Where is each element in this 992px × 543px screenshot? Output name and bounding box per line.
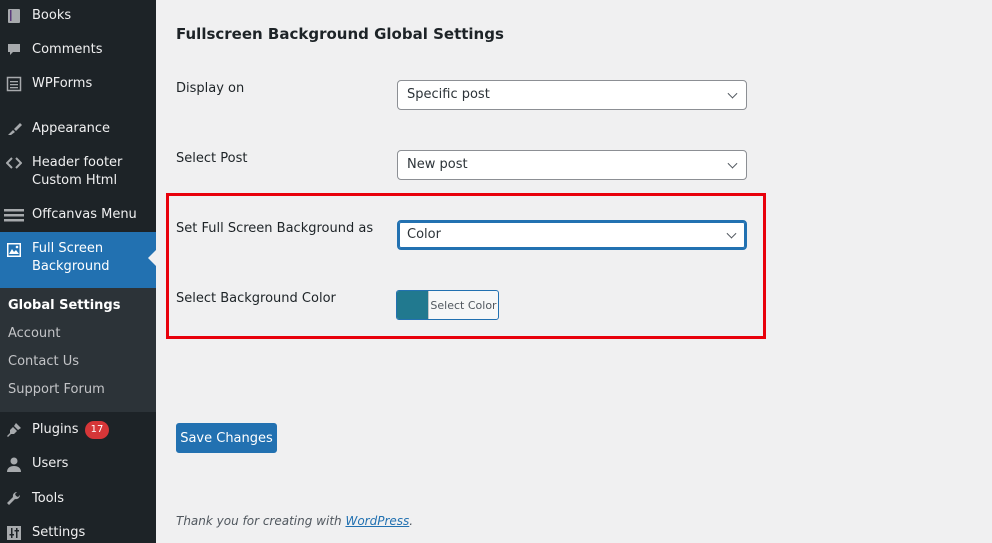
plugin-icon (5, 421, 23, 439)
color-swatch (397, 291, 428, 319)
select-color-button[interactable]: Select Color (396, 290, 499, 320)
footer-text: Thank you for creating with (176, 514, 346, 528)
sidebar-item-books[interactable]: Books (0, 6, 156, 28)
sidebar-item-full-screen-background[interactable]: Full Screen Background (0, 232, 156, 288)
background-color-label: Select Background Color (176, 291, 336, 306)
submenu-item-support-forum[interactable]: Support Forum (8, 382, 105, 397)
submenu: Global Settings Account Contact Us Suppo… (0, 288, 156, 412)
select-post-label: Select Post (176, 151, 248, 166)
admin-footer: Thank you for creating with WordPress. (176, 514, 413, 528)
sidebar-item-label: Comments (32, 42, 103, 57)
submenu-item-contact-us[interactable]: Contact Us (8, 354, 79, 369)
background-as-label: Set Full Screen Background as (176, 221, 374, 236)
display-on-label: Display on (176, 81, 245, 96)
sidebar-item-label: Settings (32, 525, 86, 540)
page-title: Fullscreen Background Global Settings (176, 25, 504, 43)
sidebar-item-label: Offcanvas Menu (32, 207, 137, 222)
sidebar-item-header-footer[interactable]: Header footer Custom Html (0, 154, 156, 194)
submenu-item-account[interactable]: Account (8, 326, 61, 341)
sidebar-item-label: Full Screen (32, 241, 104, 256)
submenu-item-global-settings[interactable]: Global Settings (8, 298, 120, 313)
select-post-select[interactable]: New post (397, 150, 747, 180)
chevron-down-icon (727, 88, 738, 99)
select-post-value: New post (407, 157, 468, 172)
chevron-down-icon (727, 158, 738, 169)
update-count-badge: 17 (84, 421, 110, 439)
sidebar-item-plugins[interactable]: Plugins 17 (0, 420, 156, 442)
hamburger-icon (3, 206, 25, 224)
sidebar-item-label: Books (32, 8, 72, 23)
current-menu-arrow (148, 250, 156, 266)
background-as-value: Color (407, 227, 441, 242)
code-icon (5, 154, 23, 172)
sidebar-item-appearance[interactable]: Appearance (0, 119, 156, 141)
sidebar-item-label: Tools (32, 491, 65, 506)
sidebar-item-label: Header footer (32, 155, 123, 170)
background-as-select[interactable]: Color (397, 220, 747, 250)
image-icon (5, 241, 23, 259)
sidebar-item-settings[interactable]: Settings (0, 523, 156, 543)
footer-suffix: . (409, 514, 414, 528)
comment-icon (5, 41, 23, 59)
wrench-icon (5, 490, 23, 508)
settings-icon (5, 524, 23, 542)
chevron-down-icon (726, 228, 737, 239)
display-on-value: Specific post (407, 87, 490, 102)
select-color-label: Select Color (428, 291, 498, 319)
book-icon (5, 7, 23, 25)
form-icon (5, 75, 23, 93)
sidebar-item-label-line2: Custom Html (32, 173, 118, 188)
sidebar-item-comments[interactable]: Comments (0, 40, 156, 62)
sidebar-item-label: WPForms (32, 76, 93, 91)
sidebar-item-label: Users (32, 456, 69, 471)
wordpress-link[interactable]: WordPress (345, 514, 409, 528)
paintbrush-icon (5, 120, 23, 138)
sidebar-item-users[interactable]: Users (0, 454, 156, 476)
save-changes-button[interactable]: Save Changes (176, 423, 277, 453)
sidebar-item-tools[interactable]: Tools (0, 489, 156, 511)
user-icon (5, 455, 23, 473)
sidebar-item-wpforms[interactable]: WPForms (0, 74, 156, 96)
display-on-select[interactable]: Specific post (397, 80, 747, 110)
admin-sidebar: Books Comments WPForms Appearance Header… (0, 0, 156, 543)
sidebar-item-label: Plugins (32, 422, 79, 437)
sidebar-item-offcanvas-menu[interactable]: Offcanvas Menu (0, 205, 156, 227)
sidebar-item-label: Appearance (32, 121, 111, 136)
sidebar-item-label-line2: Background (32, 259, 110, 274)
